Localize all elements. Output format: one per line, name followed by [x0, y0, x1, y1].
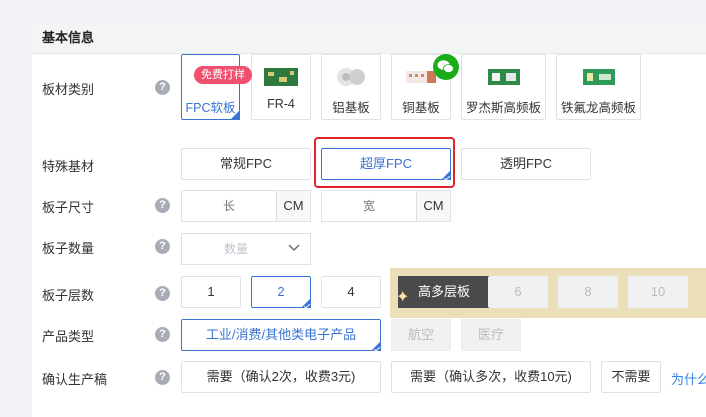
material-fpc[interactable]: FPC软板	[181, 54, 240, 120]
check-icon	[303, 302, 311, 309]
confirm-option-none[interactable]: 不需要	[601, 361, 661, 393]
layer-option-4[interactable]: 4	[321, 276, 381, 308]
special-option-regular[interactable]: 常规FPC	[181, 148, 311, 180]
product-option-industrial-label: 工业/消费/其他类电子产品	[205, 327, 357, 342]
material-label-fr4: FR-4	[267, 97, 295, 111]
material-label-teflon: 铁氟龙高频板	[560, 101, 636, 115]
material-teflon[interactable]: 铁氟龙高频板	[556, 54, 641, 120]
check-icon	[373, 345, 381, 352]
product-label: 产品类型	[42, 329, 95, 344]
fr4-board-icon	[264, 68, 298, 86]
section-header: 基本信息	[32, 18, 706, 54]
wechat-icon[interactable]	[433, 54, 459, 80]
sparkle-icon: ✦	[396, 289, 410, 306]
confirm-option-twice[interactable]: 需要（确认2次，收费3元)	[181, 361, 381, 393]
material-label-rogers: 罗杰斯高频板	[465, 101, 541, 115]
layer-option-6[interactable]: 6	[488, 276, 548, 308]
quantity-placeholder: 数量	[223, 242, 248, 256]
material-label: 板材类别	[42, 82, 95, 97]
layers-label: 板子层数	[42, 288, 95, 303]
material-label-fpc: FPC软板	[185, 101, 236, 115]
layer-option-2[interactable]: 2	[251, 276, 311, 309]
product-help-icon[interactable]: ?	[155, 327, 170, 342]
aluminum-board-icon	[337, 68, 365, 86]
chevron-down-icon	[288, 244, 300, 251]
product-option-industrial[interactable]: 工业/消费/其他类电子产品	[181, 319, 381, 352]
qty-label: 板子数量	[42, 241, 95, 256]
layer-option-8[interactable]: 8	[558, 276, 618, 308]
layer-option-2-label: 2	[277, 284, 285, 299]
layer-option-10[interactable]: 10	[628, 276, 688, 308]
material-rogers[interactable]: 罗杰斯高频板	[461, 54, 546, 120]
layers-help-icon[interactable]: ?	[155, 286, 170, 301]
confirm-option-multiple[interactable]: 需要（确认多次，收费10元)	[391, 361, 591, 393]
special-option-transparent[interactable]: 透明FPC	[461, 148, 591, 180]
why-link[interactable]: 为什么	[671, 369, 706, 388]
layer-option-1[interactable]: 1	[181, 276, 241, 308]
width-unit: CM	[416, 190, 451, 222]
confirm-label: 确认生产稿	[42, 372, 108, 387]
multi-layer-tab[interactable]: 高多层板	[398, 276, 489, 308]
wechat-glyph-icon	[437, 60, 454, 73]
quantity-select[interactable]: 数量	[181, 233, 311, 265]
size-label: 板子尺寸	[42, 200, 95, 215]
product-option-medical[interactable]: 医疗	[461, 319, 521, 351]
width-input[interactable]	[321, 190, 417, 222]
material-help-icon[interactable]: ?	[155, 80, 170, 95]
length-unit: CM	[276, 190, 311, 222]
size-help-icon[interactable]: ?	[155, 198, 170, 213]
section-title: 基本信息	[42, 30, 95, 45]
special-label: 特殊基材	[42, 159, 95, 174]
material-aluminum[interactable]: 铝基板	[321, 54, 381, 120]
length-input[interactable]	[181, 190, 277, 222]
free-sample-badge: 免费打样	[194, 66, 252, 84]
qty-help-icon[interactable]: ?	[155, 239, 170, 254]
confirm-help-icon[interactable]: ?	[155, 370, 170, 385]
teflon-board-icon	[582, 69, 615, 85]
material-label-aluminum: 铝基板	[332, 101, 370, 115]
annotation-highlight	[314, 137, 455, 188]
product-option-aviation[interactable]: 航空	[391, 319, 451, 351]
material-fr4[interactable]: FR-4	[251, 54, 311, 120]
material-label-copper: 铜基板	[402, 101, 440, 115]
rogers-board-icon	[487, 69, 520, 85]
